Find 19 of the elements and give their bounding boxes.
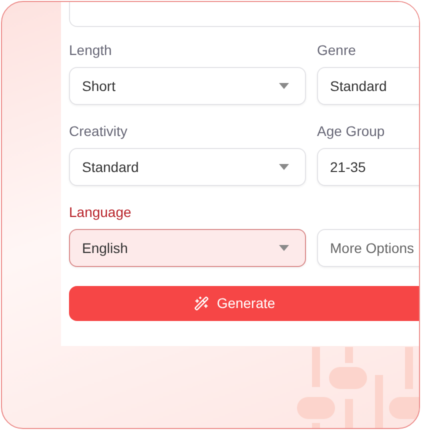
caret-icon: [279, 83, 289, 89]
magic-wand-icon: [194, 296, 209, 311]
select-value: English: [82, 238, 128, 258]
caret-icon: [279, 164, 289, 170]
generate-button[interactable]: Generate: [69, 286, 419, 321]
field-label: Length: [69, 41, 112, 59]
select-value: Standard: [82, 158, 139, 176]
field-label: Language: [69, 203, 132, 221]
input-field[interactable]: 21-35: [317, 148, 419, 186]
select-field[interactable]: Short: [69, 67, 306, 105]
field-label: Genre: [317, 41, 356, 59]
caret-icon: [279, 245, 289, 251]
field-label: Creativity: [69, 122, 128, 140]
field-label: Age Group: [317, 122, 385, 140]
select-value: Short: [82, 76, 116, 96]
more-options-button[interactable]: More Options: [317, 229, 419, 267]
select-field[interactable]: Standard: [69, 148, 306, 186]
input-field[interactable]: Standard: [317, 67, 419, 105]
select-field[interactable]: English: [69, 229, 306, 267]
